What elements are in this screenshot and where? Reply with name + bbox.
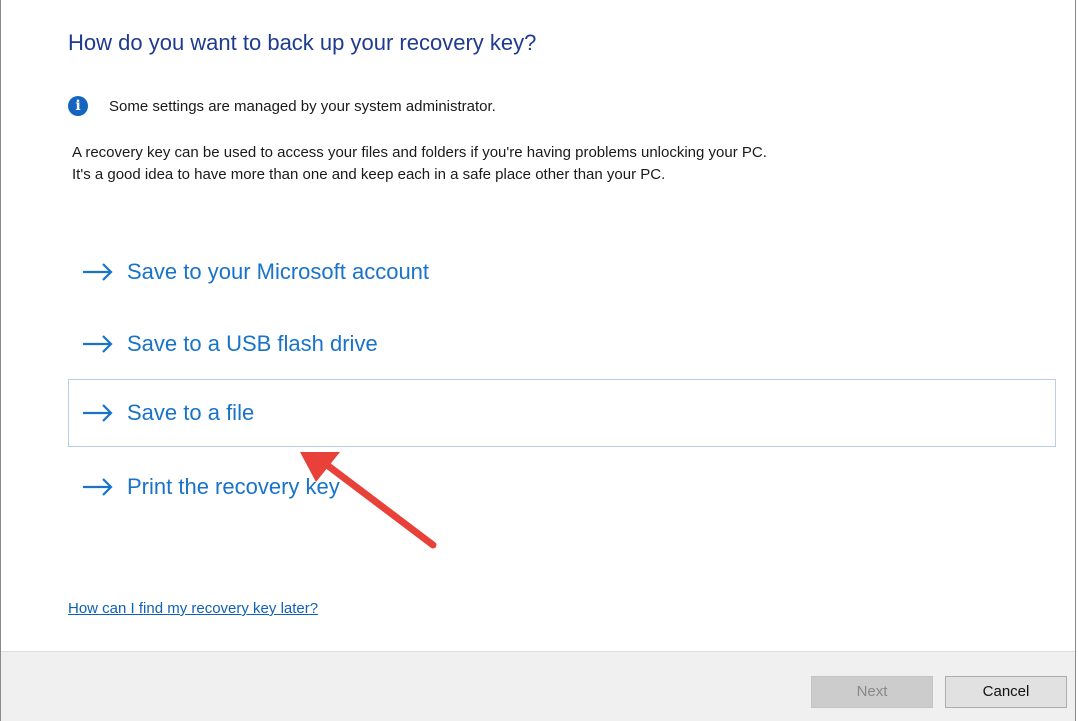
save-to-usb-option[interactable]: Save to a USB flash drive [68,310,1056,378]
description-line: It's a good idea to have more than one a… [72,166,666,183]
print-recovery-key-option[interactable]: Print the recovery key [68,453,1056,521]
info-icon: i [68,96,88,116]
save-to-file-option[interactable]: Save to a file [68,379,1056,447]
arrow-right-icon [83,263,113,281]
recovery-key-dialog: How do you want to back up your recovery… [0,0,1076,721]
dialog-title: How do you want to back up your recovery… [68,30,537,55]
arrow-right-icon [83,335,113,353]
arrow-right-icon [83,478,113,496]
description: A recovery key can be used to access you… [72,142,767,186]
option-label: Save to a USB flash drive [127,331,378,356]
save-to-microsoft-account-option[interactable]: Save to your Microsoft account [68,238,1056,306]
dialog-footer: Next Cancel [1,651,1075,721]
option-label: Save to your Microsoft account [127,259,430,284]
admin-notice: i Some settings are managed by your syst… [68,95,496,117]
next-button[interactable]: Next [811,676,933,708]
find-recovery-key-link[interactable]: How can I find my recovery key later? [68,600,318,617]
option-label: Save to a file [127,400,255,425]
description-line: A recovery key can be used to access you… [72,144,767,161]
admin-notice-text: Some settings are managed by your system… [109,97,496,115]
arrow-right-icon [83,404,113,422]
cancel-button[interactable]: Cancel [945,676,1067,708]
option-label: Print the recovery key [127,474,340,499]
